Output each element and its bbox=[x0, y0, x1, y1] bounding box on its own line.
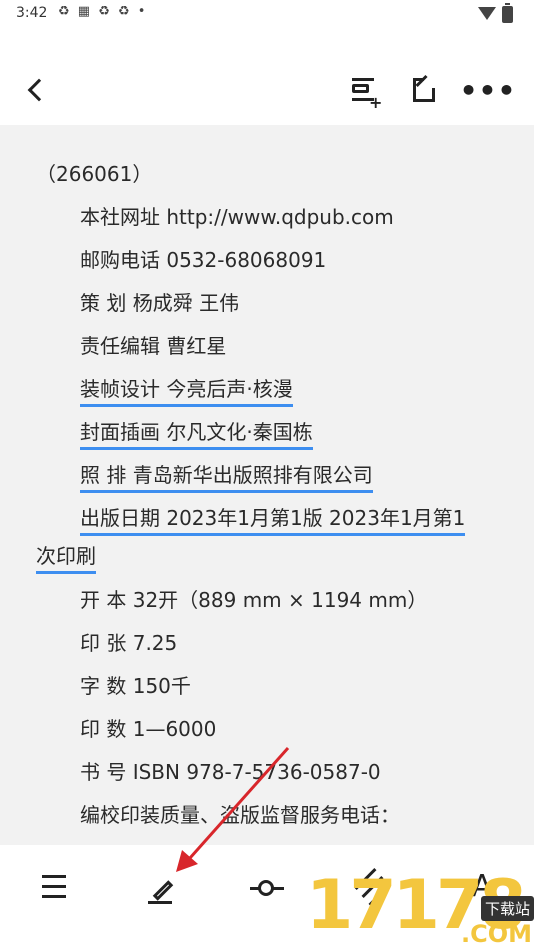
back-button[interactable] bbox=[16, 70, 56, 110]
list-box-icon bbox=[352, 84, 369, 93]
back-arrow-icon bbox=[27, 78, 51, 102]
highlighted-line[interactable]: 出版日期 2023年1月第1版 2023年1月第1 bbox=[80, 505, 466, 536]
status-right bbox=[478, 3, 520, 24]
watermark-download: 下载站 bbox=[480, 896, 534, 921]
circle-icon bbox=[258, 880, 274, 896]
share-icon-side bbox=[432, 88, 435, 102]
watermark-domain: .COM bbox=[460, 920, 532, 948]
line-tool-button[interactable] bbox=[248, 867, 288, 907]
highlighted-line[interactable]: 装帧设计 今亮后声·核漫 bbox=[80, 376, 293, 407]
list-icon bbox=[352, 78, 374, 81]
doc-line: 印 数 1—6000 bbox=[80, 717, 217, 741]
highlighted-line[interactable]: 照 排 青岛新华出版照排有限公司 bbox=[80, 462, 373, 493]
doc-line: 字 数 150千 bbox=[80, 674, 191, 698]
top-toolbar: + ••• bbox=[0, 60, 534, 120]
document-content[interactable]: （266061） 本社网址 http://www.qdpub.com 邮购电话 … bbox=[0, 125, 534, 845]
add-to-list-button[interactable]: + bbox=[342, 70, 383, 112]
doc-line: 邮购电话 0532-68068091 bbox=[80, 248, 327, 272]
pen-baseline bbox=[148, 901, 172, 904]
doc-line: 印 张 7.25 bbox=[80, 631, 178, 655]
more-options-button[interactable]: ••• bbox=[460, 70, 516, 110]
watermark: 17178 下载站 .COM bbox=[306, 862, 534, 950]
status-time: 3:42 bbox=[16, 5, 48, 21]
battery-icon bbox=[502, 3, 513, 23]
doc-line: 本社网址 http://www.qdpub.com bbox=[80, 205, 394, 229]
menu-icon-line bbox=[42, 885, 66, 888]
plus-icon: + bbox=[369, 93, 383, 112]
menu-icon-line bbox=[42, 895, 66, 898]
doc-line: 策 划 杨成舜 王伟 bbox=[80, 291, 240, 315]
status-bar: 3:42 ♻ ▦ ♻ ♻ • bbox=[0, 0, 534, 30]
doc-line: 书 号 ISBN 978-7-5736-0587-0 bbox=[80, 760, 381, 784]
highlighted-line[interactable]: 次印刷 bbox=[36, 543, 96, 574]
doc-line: （266061） bbox=[36, 162, 153, 186]
share-button[interactable] bbox=[405, 70, 445, 110]
pen-tool-button[interactable] bbox=[142, 867, 182, 907]
doc-line: 开 本 32开（889 mm × 1194 mm） bbox=[80, 588, 428, 612]
highlighted-line[interactable]: 封面插画 尔凡文化·秦国栋 bbox=[80, 419, 313, 450]
doc-line: 编校印装质量、盗版监督服务电话： bbox=[80, 803, 400, 827]
notification-icons: ♻ ▦ ♻ ♻ • bbox=[58, 4, 148, 19]
pen-icon bbox=[152, 880, 174, 901]
doc-line: 责任编辑 曹红星 bbox=[80, 334, 227, 358]
menu-button[interactable] bbox=[34, 867, 74, 907]
wifi-icon bbox=[478, 7, 496, 20]
menu-icon bbox=[42, 875, 66, 878]
